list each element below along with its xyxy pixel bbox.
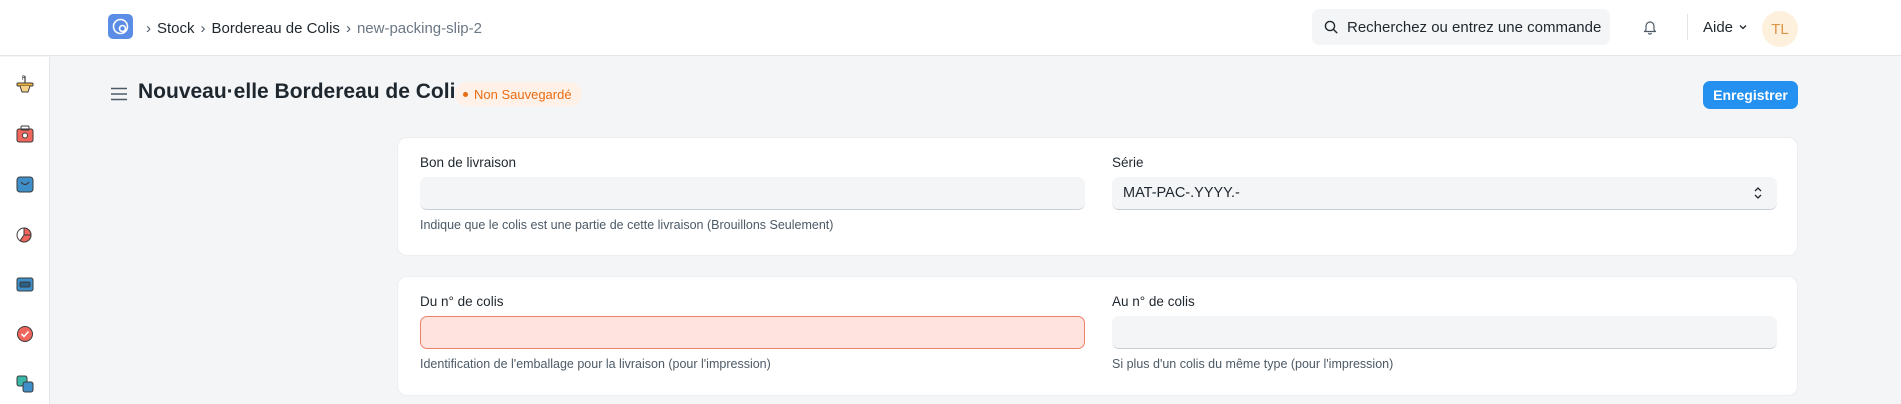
chevron-right-icon: › [200,19,206,37]
app-logo-icon[interactable] [108,14,133,39]
from-case-input[interactable] [420,316,1085,349]
status-dot-icon [463,91,468,97]
delivery-note-label: Bon de livraison [420,155,517,170]
chevron-right-icon: › [345,19,351,37]
form-section-cases: Du n° de colis Identification de l'embal… [397,276,1798,396]
form-section-delivery: Bon de livraison Indique que le colis es… [397,137,1798,256]
stock-desk-icon[interactable]: ₱ [13,71,37,95]
series-value: MAT-PAC-.YYYY.- [1123,185,1240,201]
notification-bell-icon[interactable] [1640,16,1660,38]
delivery-note-input[interactable] [420,177,1085,210]
series-label: Série [1112,155,1144,170]
accounting-icon[interactable] [13,122,37,146]
from-case-help: Identification de l'emballage pour la li… [420,357,771,371]
status-label: Non Sauvegardé [474,86,572,102]
search-placeholder: Recherchez ou entrez une commande [1347,18,1602,36]
status-badge: Non Sauvegardé [455,82,582,106]
to-case-input[interactable] [1112,316,1777,349]
left-sidebar: ₱ [0,57,50,404]
help-dropdown[interactable]: Aide [1703,16,1748,38]
from-case-label: Du n° de colis [420,294,504,309]
selling-icon[interactable] [13,222,37,246]
top-navbar: › Stock › Bordereau de Colis › new-packi… [0,0,1901,56]
chevron-down-icon [1739,25,1747,30]
breadcrumb-current-doc[interactable]: new-packing-slip-2 [357,20,482,37]
chevron-right-icon: › [146,19,151,37]
page-title: Nouveau·elle Bordereau de Colis [138,80,468,103]
assets-icon[interactable] [13,272,37,296]
breadcrumb: › Stock › Bordereau de Colis › new-packi… [146,17,488,39]
search-icon [1324,20,1338,34]
save-button[interactable]: Enregistrer [1703,81,1798,109]
breadcrumb-stock[interactable]: Stock [157,20,195,37]
help-label: Aide [1703,18,1734,36]
svg-text:₱: ₱ [22,75,26,82]
breadcrumb-packing-slip[interactable]: Bordereau de Colis [212,20,340,37]
avatar[interactable]: TL [1762,11,1798,47]
series-select[interactable]: MAT-PAC-.YYYY.- [1112,177,1777,210]
buying-icon[interactable] [13,172,37,196]
to-case-help: Si plus d'un colis du même type (pour l'… [1112,357,1394,371]
hamburger-menu-icon[interactable] [111,87,127,101]
projects-icon[interactable] [13,372,37,396]
navbar-divider [1687,14,1688,40]
search-input[interactable]: Recherchez ou entrez une commande [1312,9,1610,45]
to-case-label: Au n° de colis [1112,294,1195,309]
delivery-note-help: Indique que le colis est une partie de c… [420,218,834,232]
select-updown-icon [1754,187,1762,199]
quality-icon[interactable] [13,322,37,346]
